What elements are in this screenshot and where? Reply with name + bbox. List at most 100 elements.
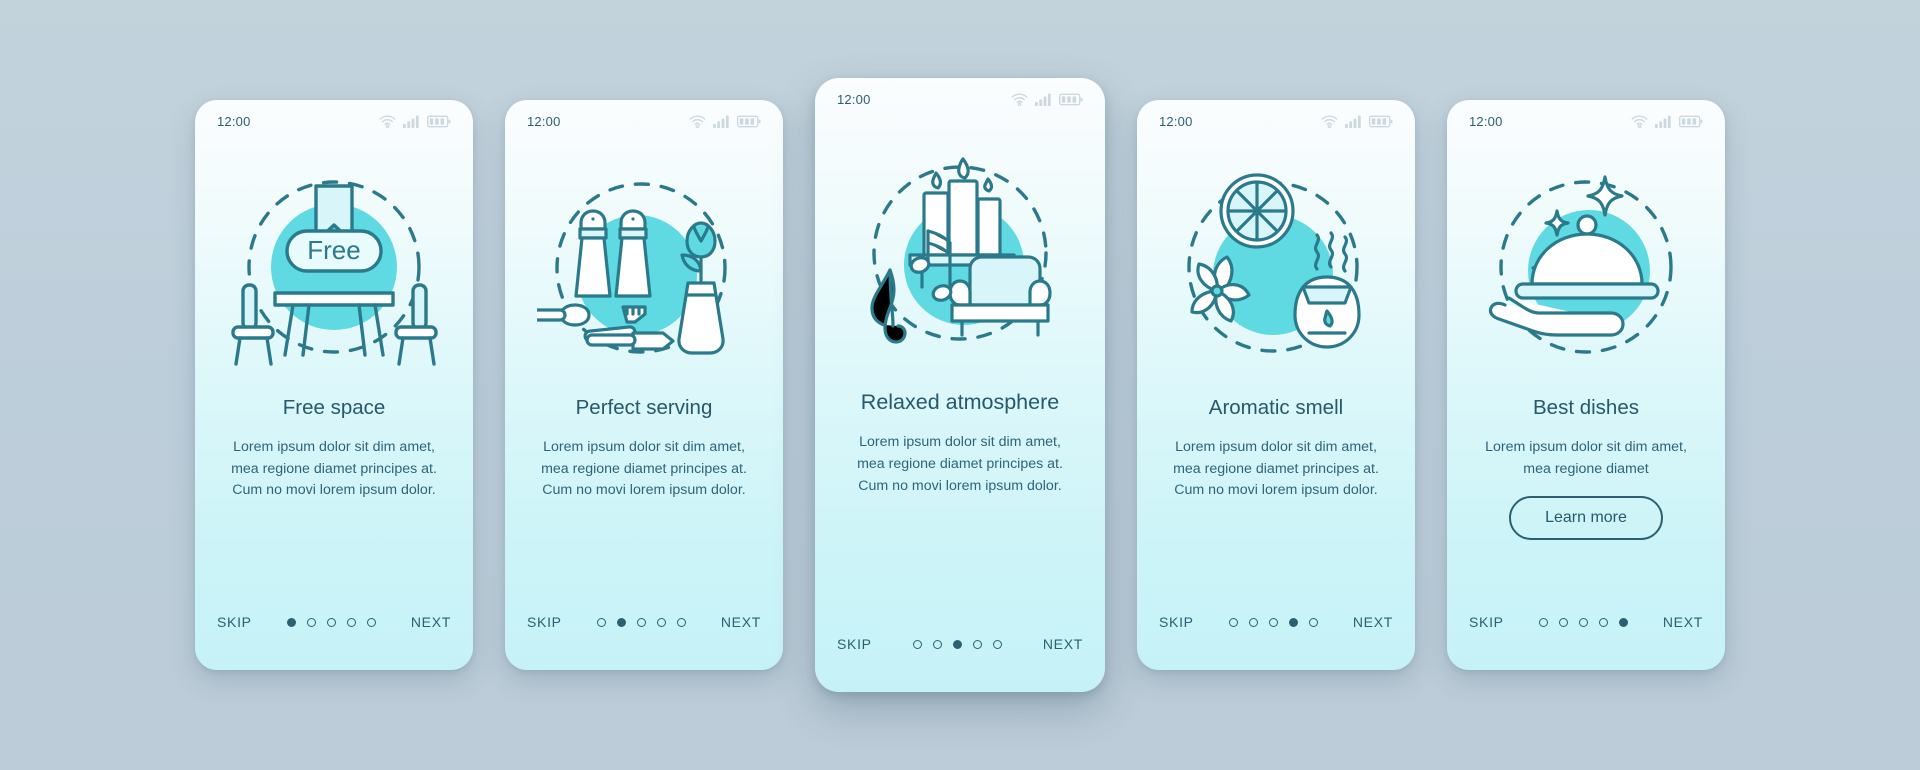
next-button[interactable]: NEXT [721,614,761,630]
illustration-container [1447,142,1725,394]
onboarding-screen-relaxed-atmosphere: 12:00 Relaxed atmosphere Lorem ipsum dol… [815,78,1105,692]
pagination-dot[interactable] [992,639,1002,649]
status-icons [1321,115,1393,128]
pagination-dot[interactable] [366,617,376,627]
status-bar: 12:00 [1137,100,1415,142]
onboarding-footer: SKIP NEXT [1447,574,1725,670]
cellular-signal-icon [403,115,419,128]
page-description: Lorem ipsum dolor sit dim amet, mea regi… [1173,439,1379,499]
onboarding-screens-stage: 12:00 Free Free space Lorem ipsum dolor … [0,0,1920,770]
skip-button[interactable]: SKIP [1159,614,1194,630]
free-space-illustration: Free [230,180,438,366]
status-icons [379,115,451,128]
pagination-dot[interactable] [596,617,606,627]
cellular-signal-icon [1345,115,1361,128]
screen-content: Free space Lorem ipsum dolor sit dim ame… [195,394,473,574]
next-button[interactable]: NEXT [411,614,451,630]
free-badge-label: Free [307,235,360,265]
screen-content: Relaxed atmosphere Lorem ipsum dolor sit… [815,388,1105,596]
pagination-dot[interactable] [1268,617,1278,627]
next-button[interactable]: NEXT [1353,614,1393,630]
wifi-icon [1011,93,1028,106]
pagination-dot[interactable] [1248,617,1258,627]
status-icons [689,115,761,128]
pagination-dot[interactable] [912,639,922,649]
page-description: Lorem ipsum dolor sit dim amet, mea regi… [857,434,1063,494]
battery-icon [1059,93,1083,105]
status-clock: 12:00 [1159,113,1193,129]
onboarding-footer: SKIP NEXT [1137,574,1415,670]
pagination-dots [596,617,686,627]
pagination-dot[interactable] [326,617,336,627]
onboarding-screen-perfect-serving: 12:00 Perfect serving Lorem ipsum dolor … [505,100,783,670]
next-button[interactable]: NEXT [1663,614,1703,630]
screen-content: Aromatic smell Lorem ipsum dolor sit dim… [1137,394,1415,574]
next-button[interactable]: NEXT [1043,636,1083,652]
pagination-dot[interactable] [676,617,686,627]
pagination-dots [1538,617,1628,627]
illustration-container [1137,142,1415,394]
pagination-dot[interactable] [932,639,942,649]
skip-button[interactable]: SKIP [837,636,872,652]
page-title: Perfect serving [575,396,713,419]
pagination-dot[interactable] [972,639,982,649]
cellular-signal-icon [1035,93,1051,106]
page-description: Lorem ipsum dolor sit dim amet, mea regi… [1485,439,1687,477]
cellular-signal-icon [713,115,729,128]
onboarding-screen-aromatic-smell: 12:00 Aromatic smell Lorem ipsum dolor s… [1137,100,1415,670]
onboarding-screen-best-dishes: 12:00 Best dishes Lorem ipsum dolor sit … [1447,100,1725,670]
wifi-icon [379,115,396,128]
wifi-icon [1321,115,1338,128]
pagination-dot[interactable] [1288,617,1298,627]
relaxed-atmosphere-illustration [869,156,1052,344]
status-bar: 12:00 [1447,100,1725,142]
pagination-dot[interactable] [286,617,296,627]
illustration-container: Free [195,142,473,394]
status-clock: 12:00 [837,91,871,107]
onboarding-footer: SKIP NEXT [815,596,1105,692]
pagination-dot[interactable] [1578,617,1588,627]
status-clock: 12:00 [527,113,561,129]
pagination-dot[interactable] [306,617,316,627]
status-clock: 12:00 [1469,113,1503,129]
skip-button[interactable]: SKIP [527,614,562,630]
battery-icon [737,115,761,127]
pagination-dot[interactable] [1228,617,1238,627]
page-title: Relaxed atmosphere [860,390,1060,414]
pagination-dot[interactable] [1308,617,1318,627]
page-title: Aromatic smell [1208,396,1344,419]
pagination-dot[interactable] [636,617,646,627]
pagination-dot[interactable] [1598,617,1608,627]
aromatic-smell-illustration [1186,173,1361,353]
wifi-icon [1631,115,1648,128]
screen-content: Best dishes Lorem ipsum dolor sit dim am… [1447,394,1725,574]
page-title: Free space [282,396,386,419]
skip-button[interactable]: SKIP [217,614,252,630]
status-clock: 12:00 [217,113,251,129]
learn-more-button[interactable]: Learn more [1509,496,1663,541]
illustration-container [505,142,783,394]
best-dishes-illustration [1488,175,1673,354]
pagination-dot[interactable] [346,617,356,627]
page-description: Lorem ipsum dolor sit dim amet, mea regi… [541,439,747,499]
pagination-dots [912,639,1002,649]
cellular-signal-icon [1655,115,1671,128]
skip-button[interactable]: SKIP [1469,614,1504,630]
pagination-dot[interactable] [656,617,666,627]
status-icons [1631,115,1703,128]
battery-icon [1679,115,1703,127]
onboarding-footer: SKIP NEXT [505,574,783,670]
pagination-dot[interactable] [616,617,626,627]
pagination-dots [286,617,376,627]
pagination-dot[interactable] [1538,617,1548,627]
page-title: Best dishes [1533,396,1639,419]
screen-content: Perfect serving Lorem ipsum dolor sit di… [505,394,783,574]
status-icons [1011,93,1083,106]
onboarding-footer: SKIP NEXT [195,574,473,670]
status-bar: 12:00 [195,100,473,142]
pagination-dot[interactable] [1618,617,1628,627]
illustration-container [815,120,1105,388]
wifi-icon [689,115,706,128]
pagination-dot[interactable] [1558,617,1568,627]
pagination-dot[interactable] [952,639,962,649]
